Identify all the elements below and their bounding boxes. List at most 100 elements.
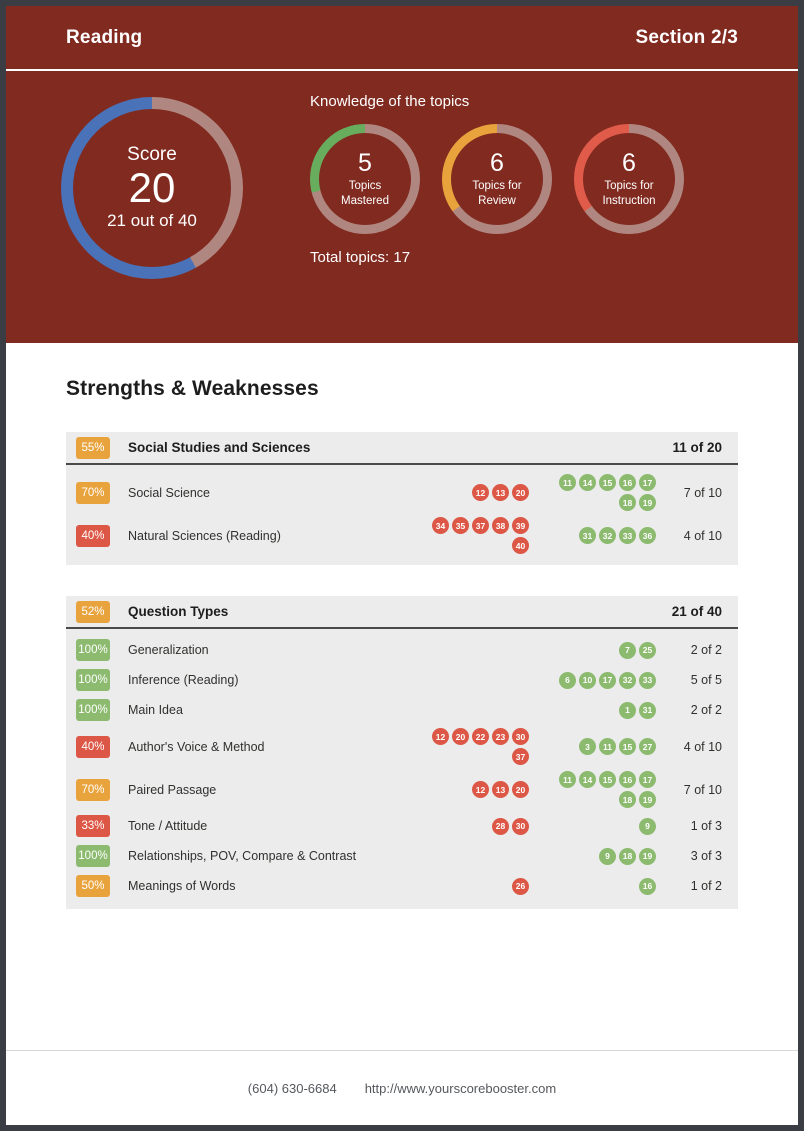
report-hero: Reading Section 2/3 Score 20 21 out of 4… bbox=[6, 6, 798, 343]
table-row: 40% Author's Voice & Method 12 20 22 23 30 37 3 1… bbox=[66, 725, 738, 768]
table-row: 70% Paired Passage 12 13 20 11 14 15 16 17 18 19 7 o… bbox=[66, 768, 738, 811]
row-score: 4 of 10 bbox=[683, 739, 722, 754]
topic-count: 6 bbox=[622, 148, 636, 177]
incorrect-questions-group: 12 13 20 bbox=[428, 484, 530, 501]
correct-question-badge: 19 bbox=[639, 847, 656, 865]
results-table: 55% Social Studies and Sciences 11 of 20 70… bbox=[66, 432, 738, 565]
row-topic-label: Natural Sciences (Reading) bbox=[128, 528, 281, 543]
incorrect-question-badge: 28 bbox=[492, 817, 510, 835]
row-score: 1 of 3 bbox=[690, 819, 722, 833]
table-row: 100% Generalization 7 25 2 of 2 bbox=[66, 635, 738, 665]
row-score: 7 of 10 bbox=[683, 782, 722, 797]
row-topic-label: Inference (Reading) bbox=[128, 673, 239, 687]
correct-question-badge: 15 bbox=[599, 474, 616, 491]
row-topic-label: Author's Voice & Method bbox=[128, 739, 265, 754]
row-score: 4 of 10 bbox=[683, 528, 722, 543]
incorrect-question-badge: 30 bbox=[512, 728, 530, 745]
incorrect-question-badge: 12 bbox=[432, 728, 450, 745]
score-subtext: 21 out of 40 bbox=[107, 211, 197, 231]
report-page: Reading Section 2/3 Score 20 21 out of 4… bbox=[6, 6, 798, 1125]
row-percent-badge: 100% bbox=[76, 699, 110, 721]
incorrect-question-badge: 26 bbox=[512, 877, 530, 895]
row-topic-label: Paired Passage bbox=[128, 782, 217, 797]
correct-question-badge: 17 bbox=[599, 671, 616, 689]
correct-questions-group: 11 14 15 16 17 18 19 bbox=[549, 474, 656, 511]
row-score: 7 of 10 bbox=[683, 485, 722, 500]
incorrect-question-badge: 38 bbox=[492, 517, 510, 534]
correct-question-badge: 32 bbox=[599, 527, 616, 544]
correct-questions-group: 9 bbox=[549, 817, 656, 835]
correct-question-badge: 19 bbox=[639, 791, 656, 808]
correct-question-badge: 25 bbox=[639, 641, 656, 659]
topic-count: 5 bbox=[358, 148, 372, 177]
row-percent-badge: 50% bbox=[76, 875, 110, 897]
incorrect-question-badge: 12 bbox=[472, 484, 490, 501]
correct-question-badge: 14 bbox=[579, 474, 596, 491]
correct-question-badge: 11 bbox=[559, 771, 576, 788]
incorrect-question-badge: 34 bbox=[432, 517, 450, 534]
incorrect-questions-group: 26 bbox=[428, 877, 530, 895]
score-donut-hole: Score 20 21 out of 40 bbox=[73, 109, 231, 267]
row-percent-badge: 100% bbox=[76, 669, 110, 691]
score-donut-container: Score 20 21 out of 40 bbox=[6, 93, 298, 279]
correct-question-badge: 27 bbox=[639, 738, 656, 755]
incorrect-question-badge: 20 bbox=[452, 728, 470, 745]
table-body: 70% Social Science 12 13 20 11 14 15 16 17 18 19 7 o… bbox=[66, 465, 738, 565]
row-score: 3 of 3 bbox=[690, 849, 722, 863]
correct-questions-group: 6 10 17 32 33 bbox=[549, 671, 656, 689]
row-score: 2 of 2 bbox=[690, 703, 722, 717]
correct-questions-group: 9 18 19 bbox=[549, 847, 656, 865]
results-table: 52% Question Types 21 of 40 100% Generalizat… bbox=[66, 596, 738, 909]
page-title: Reading bbox=[66, 26, 143, 48]
topic-donut-2: 6 Topics for Review bbox=[442, 124, 552, 234]
report-content: Strengths & Weaknesses 55% Social Studies… bbox=[6, 343, 798, 909]
score-value: 20 bbox=[128, 164, 176, 212]
correct-question-badge: 9 bbox=[639, 817, 656, 835]
correct-question-badge: 36 bbox=[639, 527, 656, 544]
correct-question-badge: 14 bbox=[579, 771, 596, 788]
table-header-row: 55% Social Studies and Sciences 11 of 20 bbox=[66, 432, 738, 465]
correct-questions-group: 7 25 bbox=[549, 641, 656, 659]
correct-question-badge: 15 bbox=[599, 771, 616, 788]
section-title: Strengths & Weaknesses bbox=[66, 377, 319, 400]
row-percent-badge: 40% bbox=[76, 524, 110, 547]
table-body: 100% Generalization 7 25 2 of 2 100% Inference… bbox=[66, 629, 738, 909]
tables-container: 55% Social Studies and Sciences 11 of 20 70… bbox=[66, 432, 738, 909]
score-donut: Score 20 21 out of 40 bbox=[61, 97, 243, 279]
correct-question-badge: 10 bbox=[579, 671, 596, 689]
table-header-score: 11 of 20 bbox=[672, 440, 722, 455]
topic-donut-hole: 5 Topics Mastered bbox=[319, 133, 411, 225]
incorrect-questions-group: 12 13 20 bbox=[428, 781, 530, 798]
correct-questions-group: 16 bbox=[549, 877, 656, 895]
footer-website[interactable]: http://www.yourscorebooster.com bbox=[365, 1081, 556, 1096]
incorrect-question-badge: 22 bbox=[472, 728, 490, 745]
topic-caption: Topics for Instruction bbox=[602, 180, 656, 207]
incorrect-question-badge: 30 bbox=[512, 817, 530, 835]
correct-question-badge: 16 bbox=[639, 877, 656, 895]
correct-question-badge: 31 bbox=[579, 527, 596, 544]
topic-caption: Topics for Review bbox=[472, 180, 522, 207]
table-row: 100% Relationships, POV, Compare & Contra… bbox=[66, 841, 738, 871]
incorrect-questions-group: 34 35 37 38 39 40 bbox=[428, 517, 530, 554]
row-score: 2 of 2 bbox=[690, 643, 722, 657]
total-topics-label: Total topics: 17 bbox=[310, 249, 411, 266]
topics-panel: Knowledge of the topics 5 Topics Mastered 6… bbox=[298, 93, 798, 266]
correct-question-badge: 11 bbox=[559, 474, 576, 491]
row-percent-badge: 100% bbox=[76, 639, 110, 661]
table-row: 100% Inference (Reading) 6 10 17 32 33 5 of 5 bbox=[66, 665, 738, 695]
row-percent-badge: 40% bbox=[76, 735, 110, 758]
row-percent-badge: 100% bbox=[76, 845, 110, 867]
correct-question-badge: 18 bbox=[619, 847, 636, 865]
row-topic-label: Social Science bbox=[128, 485, 210, 500]
correct-question-badge: 9 bbox=[599, 847, 616, 865]
topic-donut-3: 6 Topics for Instruction bbox=[574, 124, 684, 234]
correct-question-badge: 17 bbox=[639, 771, 656, 788]
row-topic-label: Generalization bbox=[128, 643, 209, 657]
incorrect-question-badge: 13 bbox=[492, 484, 510, 501]
correct-question-badge: 11 bbox=[599, 738, 616, 755]
table-row: 70% Social Science 12 13 20 11 14 15 16 17 18 19 7 o… bbox=[66, 471, 738, 514]
row-topic-label: Main Idea bbox=[128, 703, 183, 717]
correct-question-badge: 33 bbox=[639, 671, 656, 689]
table-header-score: 21 of 40 bbox=[671, 604, 722, 619]
correct-questions-group: 3 11 15 27 bbox=[549, 738, 656, 755]
